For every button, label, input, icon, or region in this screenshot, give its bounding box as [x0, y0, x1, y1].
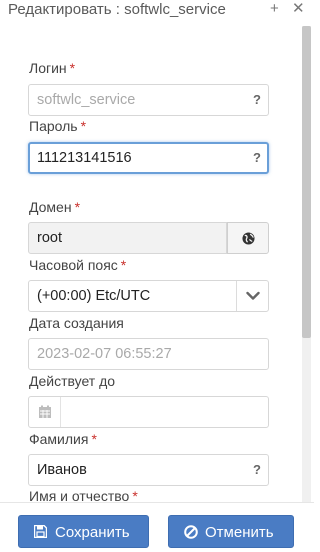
cancel-button-label: Отменить [205, 524, 274, 541]
login-label-text: Логин [29, 60, 67, 76]
password-label: Пароль * [29, 118, 86, 134]
chevron-down-icon[interactable] [246, 290, 260, 302]
help-icon[interactable]: ? [253, 150, 261, 165]
password-field[interactable]: 111213141516 ? [28, 142, 269, 174]
first-name-label-text: Имя и отчество [29, 488, 130, 502]
created-value: 2023-02-07 06:55:27 [37, 346, 172, 362]
required-mark: * [132, 488, 138, 502]
expand-icon[interactable]: + [270, 1, 279, 17]
last-name-label-text: Фамилия [29, 431, 89, 447]
valid-until-label: Действует до [29, 373, 115, 389]
domain-select-button[interactable] [227, 222, 269, 254]
vertical-scrollbar[interactable] [302, 26, 311, 502]
calendar-icon [39, 405, 51, 418]
valid-until-field[interactable] [28, 396, 269, 428]
required-mark: * [69, 60, 76, 76]
help-icon[interactable]: ? [253, 92, 261, 107]
domain-label: Домен * [29, 199, 80, 215]
required-mark: * [80, 118, 87, 134]
valid-until-label-text: Действует до [29, 373, 116, 389]
ban-icon [184, 525, 198, 539]
required-mark: * [74, 199, 81, 215]
login-field[interactable]: softwlc_service ? [28, 84, 269, 116]
help-icon[interactable]: ? [253, 462, 261, 477]
timezone-label-text: Часовой пояс [29, 257, 118, 273]
panel-title: Редактировать : softwlc_service [8, 1, 226, 18]
login-value: softwlc_service [37, 92, 136, 108]
required-mark: * [120, 257, 127, 273]
save-button[interactable]: Сохранить [18, 515, 149, 548]
domain-value: root [37, 230, 62, 246]
timezone-select[interactable]: (+00:00) Etc/UTC [28, 280, 269, 312]
required-mark: * [91, 431, 97, 447]
edit-user-panel: Редактировать : softwlc_service + ✕ Логи… [0, 0, 314, 552]
domain-label-text: Домен [29, 199, 72, 215]
last-name-field[interactable]: Иванов ? [28, 454, 269, 486]
created-field: 2023-02-07 06:55:27 [28, 338, 269, 370]
password-label-text: Пароль [29, 118, 78, 134]
select-divider [236, 281, 237, 311]
save-icon [34, 525, 47, 538]
save-button-label: Сохранить [55, 524, 130, 541]
close-icon[interactable]: ✕ [292, 1, 305, 17]
created-label: Дата создания [29, 315, 124, 331]
first-name-label: Имя и отчество * [29, 488, 138, 502]
cancel-button[interactable]: Отменить [168, 515, 294, 548]
panel-footer: Сохранить Отменить [0, 502, 314, 552]
scrollbar-thumb[interactable] [302, 26, 311, 338]
timezone-label: Часовой пояс * [29, 257, 126, 273]
last-name-label: Фамилия * [29, 431, 97, 447]
calendar-button[interactable] [29, 397, 61, 427]
login-label: Логин * [29, 60, 75, 76]
globe-icon [242, 232, 255, 245]
timezone-value: (+00:00) Etc/UTC [37, 288, 151, 304]
created-label-text: Дата создания [29, 315, 124, 331]
last-name-value: Иванов [37, 462, 87, 478]
form-scroll-area[interactable]: Логин * softwlc_service ? Пароль * 1112131… [0, 26, 314, 502]
password-value: 111213141516 [37, 150, 132, 166]
panel-header: Редактировать : softwlc_service + ✕ [0, 0, 314, 24]
domain-field[interactable]: root [28, 222, 227, 254]
